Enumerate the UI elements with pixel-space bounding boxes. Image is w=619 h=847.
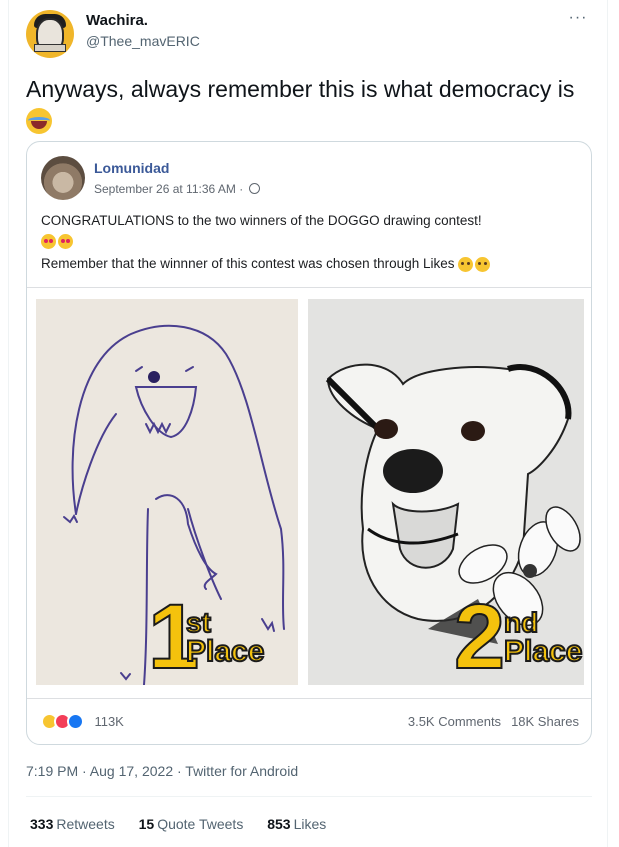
page-avatar (41, 156, 85, 200)
post-line-1: CONGRATULATIONS to the two winners of th… (41, 213, 482, 228)
first-place-label: Place (185, 634, 265, 669)
post-emojis (41, 233, 75, 251)
author-handle[interactable]: @Thee_mavERIC (86, 33, 200, 49)
more-options-icon[interactable]: ··· (566, 8, 590, 32)
likes-stat[interactable]: 853 Likes (267, 816, 326, 832)
tweet-timestamp[interactable]: 7:19 PM · Aug 17, 2022 · Twitter for And… (26, 763, 298, 779)
quote-tweets-stat[interactable]: 15 Quote Tweets (139, 816, 244, 832)
heart-eyes-cat-icon (58, 234, 73, 250)
sad-face-icon (458, 256, 474, 272)
likes-label: Likes (293, 816, 327, 832)
sad-face-icon (475, 256, 491, 272)
likes-count: 853 (267, 816, 291, 832)
post-date-text: September 26 at 11:36 AM · (94, 182, 244, 196)
author-avatar[interactable] (26, 10, 74, 58)
post-line-2-text: Remember that the winnner of this contes… (41, 256, 455, 271)
laughing-emoji-icon (26, 107, 52, 134)
embedded-image-card[interactable]: Lomunidad September 26 at 11:36 AM · CON… (26, 141, 592, 745)
tweet-stats: 333 Retweets 15 Quote Tweets 853 Likes (30, 816, 346, 832)
first-place-image[interactable]: 1 st Place (36, 299, 298, 685)
divider (27, 698, 591, 699)
reaction-count: 113K (94, 714, 124, 730)
globe-icon (248, 183, 260, 194)
page-name: Lomunidad (94, 160, 170, 176)
divider (26, 796, 592, 797)
quote-tweets-label: Quote Tweets (157, 816, 244, 832)
comments-shares: 3.5K Comments 18K Shares (408, 714, 579, 729)
comments-count: 3.5K Comments (407, 714, 502, 729)
second-place-number: 2 (453, 586, 506, 685)
retweets-stat[interactable]: 333 Retweets (30, 816, 115, 832)
second-place-label: Place (503, 634, 583, 669)
heart-eyes-cat-icon (41, 234, 56, 250)
shares-count: 18K Shares (511, 714, 579, 729)
post-line-2: Remember that the winnner of this contes… (41, 256, 492, 272)
tweet-body: Anyways, always remember this is what de… (26, 76, 575, 102)
quote-tweets-count: 15 (138, 816, 155, 832)
divider (27, 287, 591, 288)
second-place-image[interactable]: 2 nd Place (308, 299, 584, 685)
retweets-count: 333 (30, 816, 54, 832)
author-name[interactable]: Wachira. (86, 12, 148, 29)
retweets-label: Retweets (56, 816, 115, 832)
realistic-dog-drawing (325, 363, 581, 644)
like-reaction-icon (67, 713, 84, 731)
post-date: September 26 at 11:36 AM · (94, 182, 260, 196)
reactions[interactable]: 113K (41, 713, 124, 731)
tweet-text: Anyways, always remember this is what de… (26, 74, 586, 134)
